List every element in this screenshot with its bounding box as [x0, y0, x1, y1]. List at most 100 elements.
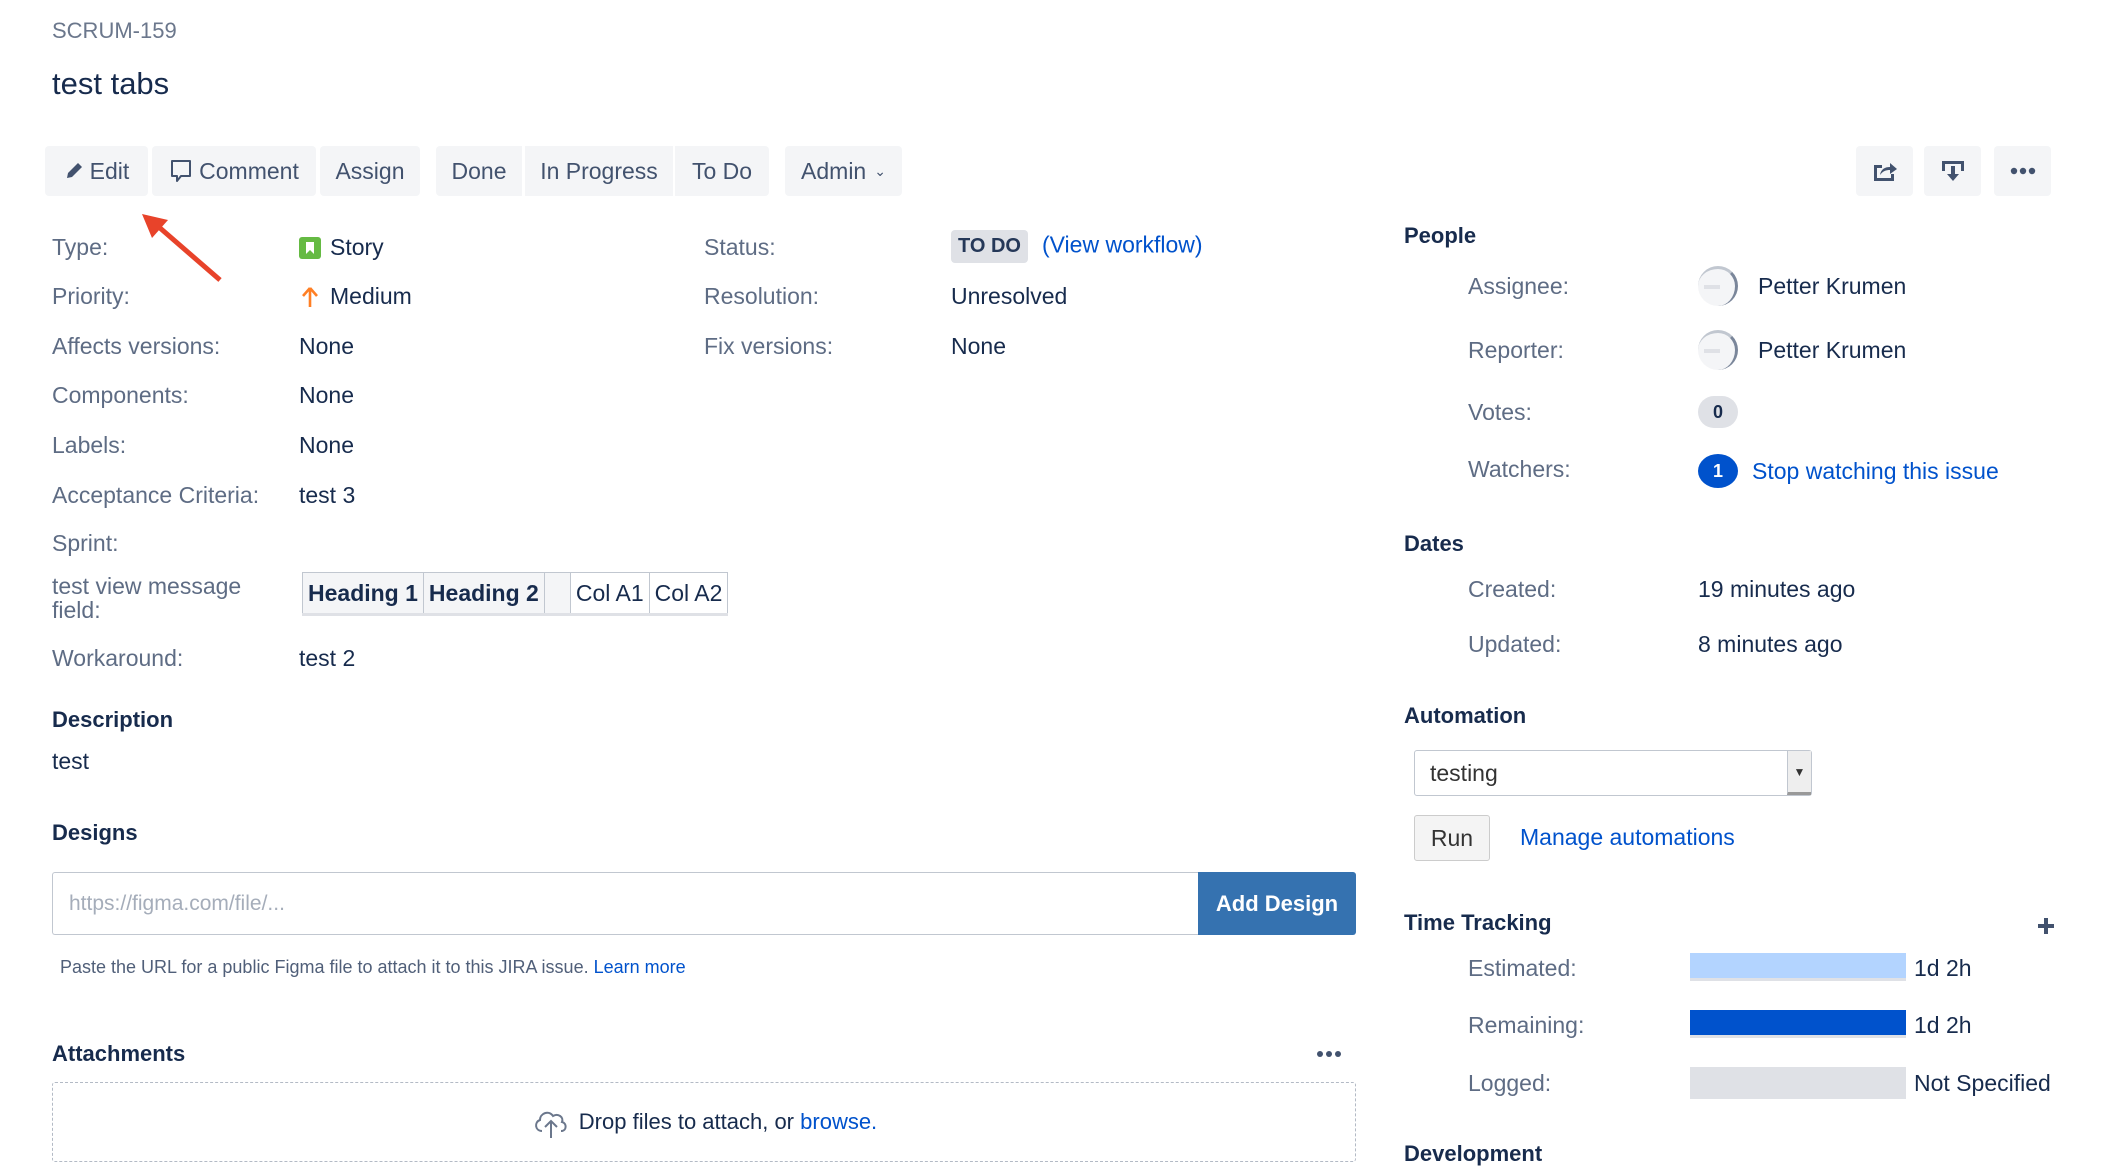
- assignee-avatar[interactable]: [1698, 266, 1738, 306]
- type-text: Story: [330, 234, 384, 260]
- updated-label: Updated:: [1468, 631, 1562, 657]
- watchers-label: Watchers:: [1468, 456, 1571, 482]
- labels-value: None: [299, 432, 354, 458]
- learn-more-link[interactable]: Learn more: [594, 957, 686, 977]
- more-actions-button[interactable]: [1994, 146, 2051, 196]
- to-do-label: To Do: [691, 157, 753, 184]
- stop-watching-link[interactable]: Stop watching this issue: [1752, 458, 1999, 485]
- status-badge: TO DO: [951, 230, 1028, 263]
- browse-link[interactable]: browse.: [800, 1109, 877, 1135]
- message-field-table: Heading 1 Heading 2 Col A1 Col A2: [302, 572, 729, 616]
- watchers-count[interactable]: 1: [1698, 454, 1738, 488]
- in-progress-button[interactable]: In Progress: [525, 146, 673, 196]
- estimated-value: 1d 2h: [1914, 955, 1972, 981]
- workaround-label: Workaround:: [52, 645, 184, 671]
- designs-heading: Designs: [52, 820, 138, 845]
- components-label: Components:: [52, 382, 189, 408]
- fix-versions-value: None: [951, 333, 1006, 359]
- time-tracking-heading: Time Tracking: [1404, 910, 1552, 935]
- dates-heading: Dates: [1404, 531, 1464, 556]
- dropdown-arrow-icon: ▼: [1787, 751, 1811, 795]
- issue-key[interactable]: SCRUM-159: [52, 18, 177, 44]
- votes-label: Votes:: [1468, 399, 1532, 425]
- share-icon: [1873, 163, 1897, 181]
- pencil-icon: [66, 163, 82, 178]
- remaining-label: Remaining:: [1468, 1012, 1585, 1038]
- priority-label: Priority:: [52, 283, 130, 309]
- message-field-label-line1: test view message: [52, 573, 242, 599]
- created-value: 19 minutes ago: [1698, 576, 1856, 602]
- message-field-label: test view message field:: [52, 574, 241, 622]
- share-button[interactable]: [1856, 146, 1913, 196]
- to-do-button[interactable]: To Do: [675, 146, 769, 196]
- created-label: Created:: [1468, 576, 1557, 602]
- updated-value: 8 minutes ago: [1698, 631, 1843, 657]
- assign-label: Assign: [335, 157, 405, 184]
- edit-button[interactable]: Edit: [45, 146, 148, 196]
- description-text[interactable]: test: [52, 748, 89, 775]
- more-icon: [2010, 167, 2035, 175]
- designs-help-label: Paste the URL for a public Figma file to…: [60, 957, 589, 977]
- view-workflow-link[interactable]: (View workflow): [1042, 232, 1203, 258]
- votes-count[interactable]: 0: [1698, 396, 1738, 428]
- type-label: Type:: [52, 234, 109, 260]
- attachments-dropzone[interactable]: Drop files to attach, or browse.: [52, 1082, 1356, 1162]
- estimated-label: Estimated:: [1468, 955, 1577, 981]
- annotation-arrow-icon: [142, 214, 222, 282]
- logged-bar: [1690, 1067, 1906, 1099]
- table-empty-cell: [543, 572, 571, 615]
- development-heading: Development: [1404, 1141, 1543, 1166]
- priority-value: Medium: [299, 283, 412, 310]
- description-heading: Description: [52, 707, 174, 732]
- table-heading-2: Heading 2: [422, 572, 545, 615]
- issue-title[interactable]: test tabs: [52, 66, 169, 102]
- remaining-bar: [1690, 1010, 1906, 1038]
- comment-icon: [171, 160, 192, 182]
- affects-versions-label: Affects versions:: [52, 333, 221, 359]
- status-value: TO DO (View workflow): [951, 230, 1203, 263]
- message-field-label-line2: field:: [52, 597, 101, 623]
- manage-automations-link[interactable]: Manage automations: [1520, 824, 1735, 851]
- people-heading: People: [1404, 223, 1477, 248]
- status-label: Status:: [704, 234, 776, 260]
- attachments-more-icon[interactable]: [1316, 1050, 1342, 1058]
- edit-label: Edit: [89, 157, 130, 184]
- automation-heading: Automation: [1404, 703, 1527, 728]
- comment-button[interactable]: Comment: [152, 146, 316, 196]
- assignee-name[interactable]: Petter Krumen: [1758, 273, 1906, 300]
- affects-versions-value: None: [299, 333, 354, 359]
- components-value: None: [299, 382, 354, 408]
- add-time-icon[interactable]: [2036, 916, 2056, 936]
- designs-help-text: Paste the URL for a public Figma file to…: [60, 957, 686, 978]
- priority-medium-icon: [302, 286, 318, 307]
- export-icon: [1941, 161, 1964, 181]
- add-design-button[interactable]: Add Design: [1198, 872, 1356, 935]
- attachments-heading: Attachments: [52, 1041, 186, 1066]
- assign-button[interactable]: Assign: [320, 146, 420, 196]
- reporter-name[interactable]: Petter Krumen: [1758, 337, 1906, 364]
- sprint-label: Sprint:: [52, 530, 119, 556]
- workaround-value: test 2: [299, 645, 356, 671]
- labels-label: Labels:: [52, 432, 127, 458]
- automation-selected: testing: [1430, 759, 1498, 786]
- automation-select[interactable]: testing ▼: [1414, 750, 1812, 796]
- comment-label: Comment: [199, 157, 299, 184]
- figma-url-input[interactable]: [52, 872, 1198, 935]
- export-button[interactable]: [1924, 146, 1981, 196]
- estimated-bar: [1690, 953, 1906, 981]
- done-button[interactable]: Done: [436, 146, 522, 196]
- assignee-label: Assignee:: [1468, 273, 1570, 299]
- admin-dropdown[interactable]: Admin ⌄: [785, 146, 902, 196]
- remaining-value: 1d 2h: [1914, 1012, 1972, 1038]
- reporter-label: Reporter:: [1468, 337, 1564, 363]
- table-cell-a2: Col A2: [648, 572, 729, 615]
- acceptance-criteria-value: test 3: [299, 482, 356, 508]
- reporter-avatar[interactable]: [1698, 330, 1738, 370]
- logged-value: Not Specified: [1914, 1070, 2051, 1096]
- run-button[interactable]: Run: [1414, 815, 1490, 861]
- admin-label: Admin: [801, 157, 867, 184]
- drop-files-text: Drop files to attach, or: [578, 1109, 795, 1134]
- table-cell-a1: Col A1: [569, 572, 650, 615]
- priority-text: Medium: [330, 283, 412, 309]
- in-progress-label: In Progress: [540, 157, 658, 184]
